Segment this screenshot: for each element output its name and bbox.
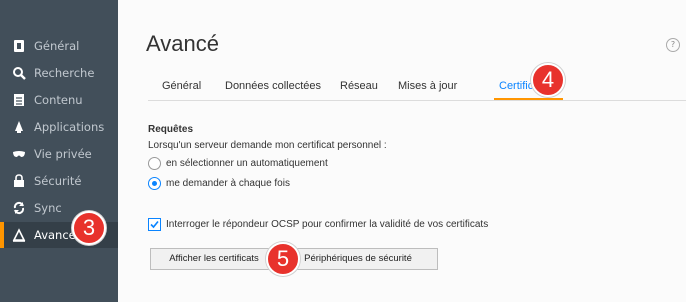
advanced-icon	[12, 228, 26, 242]
search-icon	[12, 66, 26, 80]
sidebar-item-label: Vie privée	[34, 147, 92, 161]
requests-description: Lorsqu'un serveur demande mon certificat…	[148, 140, 387, 151]
applications-icon	[12, 120, 26, 134]
radio-ask-every-time-label[interactable]: me demander à chaque fois	[166, 178, 290, 189]
sidebar: Général Recherche Contenu Applications V…	[0, 0, 118, 302]
sidebar-item-applications[interactable]: Applications	[0, 114, 118, 140]
privacy-mask-icon	[12, 147, 26, 161]
lock-icon	[12, 174, 26, 188]
annotation-badge-5: 5	[266, 242, 300, 276]
sidebar-item-content[interactable]: Contenu	[0, 87, 118, 113]
radio-auto-select[interactable]	[148, 157, 161, 170]
page-title: Avancé	[146, 31, 219, 56]
tab-general[interactable]: Général	[162, 80, 201, 92]
security-devices-button[interactable]: Périphériques de sécurité	[278, 248, 438, 270]
main-panel: Avancé ? Général Données collectées Rése…	[118, 0, 686, 302]
ocsp-checkbox[interactable]	[148, 218, 161, 231]
annotation-badge-3: 3	[72, 211, 106, 245]
tab-updates[interactable]: Mises à jour	[398, 80, 457, 92]
tab-bar: Général Données collectées Réseau Mises …	[148, 76, 686, 101]
sidebar-item-label: Contenu	[34, 93, 83, 107]
annotation-badge-4: 4	[531, 63, 565, 97]
sidebar-item-security[interactable]: Sécurité	[0, 168, 118, 194]
sidebar-item-privacy[interactable]: Vie privée	[0, 141, 118, 167]
sidebar-item-search[interactable]: Recherche	[0, 60, 118, 86]
tab-network[interactable]: Réseau	[340, 80, 378, 92]
show-certificates-button[interactable]: Afficher les certificats	[150, 248, 278, 270]
tab-data-collected[interactable]: Données collectées	[225, 80, 321, 92]
sidebar-item-label: Général	[34, 39, 80, 53]
section-heading-requests: Requêtes	[148, 124, 194, 135]
selected-tab-indicator	[494, 98, 563, 100]
sidebar-item-label: Sécurité	[34, 174, 82, 188]
sync-icon	[12, 201, 26, 215]
content-icon	[12, 93, 26, 107]
radio-ask-every-time[interactable]	[148, 177, 161, 190]
sidebar-item-label: Avancé	[34, 228, 76, 242]
help-icon[interactable]: ?	[666, 38, 680, 52]
ocsp-checkbox-label[interactable]: Interroger le répondeur OCSP pour confir…	[166, 219, 488, 230]
preferences-window: Général Recherche Contenu Applications V…	[0, 0, 686, 302]
sidebar-item-label: Recherche	[34, 66, 95, 80]
sidebar-item-label: Sync	[34, 201, 62, 215]
sidebar-item-label: Applications	[34, 120, 105, 134]
general-icon	[12, 39, 26, 53]
sidebar-item-general[interactable]: Général	[0, 33, 118, 59]
checkmark-icon	[150, 220, 159, 229]
radio-auto-select-label[interactable]: en sélectionner un automatiquement	[166, 158, 328, 169]
